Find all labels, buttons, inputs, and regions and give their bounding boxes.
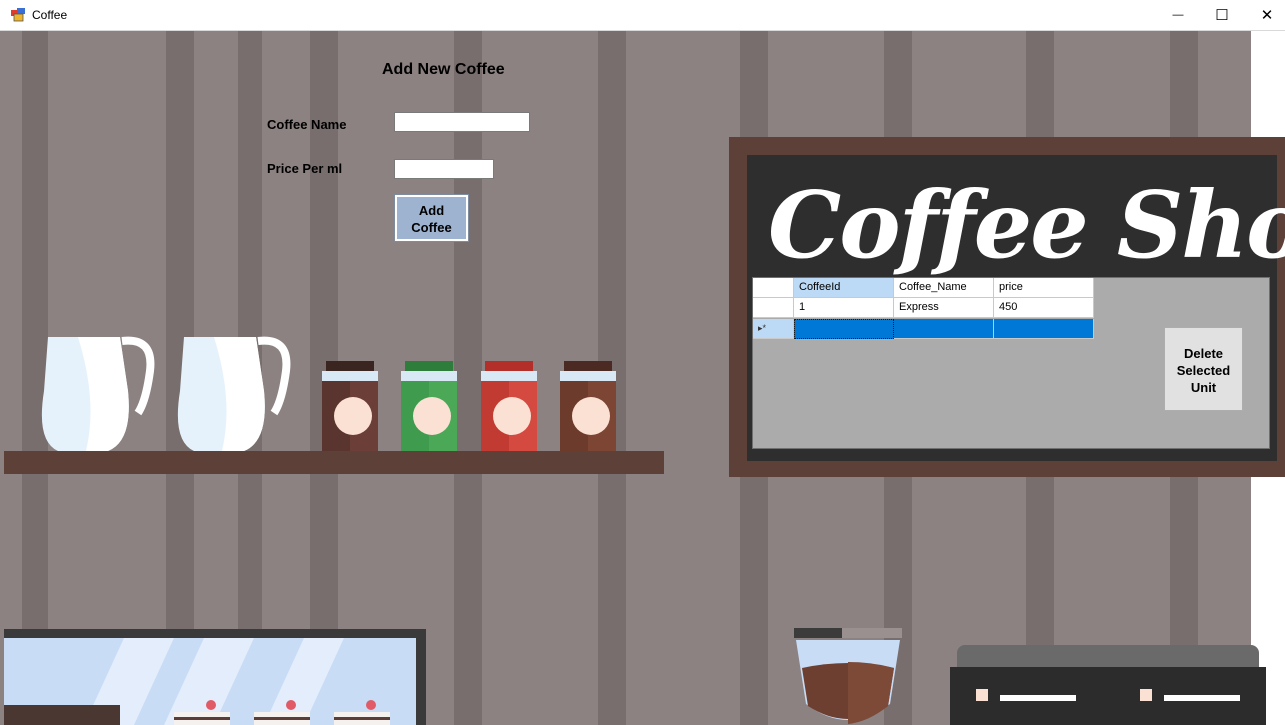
- cake-showcase: [4, 638, 416, 725]
- add-coffee-button[interactable]: Add Coffee: [394, 194, 469, 242]
- coffee-jar-illustration: [560, 361, 616, 453]
- grid-cell-coffee-id[interactable]: 1: [794, 298, 894, 318]
- minimize-icon: —: [1172, 9, 1184, 21]
- grid-row-header[interactable]: [753, 298, 794, 318]
- coffee-grinder-illustration: [794, 628, 902, 724]
- grid-column-header[interactable]: CoffeeId: [794, 278, 894, 298]
- espresso-machine-panel: [950, 667, 1266, 725]
- wooden-shelf: [4, 451, 664, 474]
- form-heading: Add New Coffee: [382, 61, 505, 78]
- close-icon: ✕: [1260, 7, 1274, 24]
- grid-new-row-header[interactable]: ▸*: [753, 319, 794, 339]
- grid-new-row-cell[interactable]: [794, 319, 894, 339]
- price-per-ml-label: Price Per ml: [267, 161, 343, 176]
- maximize-button[interactable]: ☐: [1199, 0, 1245, 30]
- delete-button-line1: Delete: [1183, 346, 1224, 361]
- maximize-icon: ☐: [1215, 7, 1229, 24]
- coffee-jar-illustration: [322, 361, 378, 453]
- app-icon: [11, 8, 25, 22]
- grid-column-header[interactable]: price: [994, 278, 1094, 298]
- grid-cell-price[interactable]: 450: [994, 298, 1094, 318]
- coffee-name-input[interactable]: [394, 112, 530, 132]
- delete-button-line3: Unit: [1190, 380, 1217, 395]
- delete-button-line2: Selected: [1176, 363, 1231, 378]
- grid-corner-header[interactable]: [753, 278, 794, 298]
- milk-pitcher-illustration: [41, 336, 155, 451]
- close-button[interactable]: ✕: [1244, 0, 1285, 30]
- coffee-jar-illustration: [401, 361, 457, 453]
- form-client-area: Add New Coffee Coffee Name Price Per ml …: [0, 31, 1285, 725]
- delete-selected-unit-button[interactable]: Delete Selected Unit: [1164, 327, 1243, 411]
- milk-pitcher-illustration: [177, 336, 291, 451]
- cake-showcase-illustration: [4, 638, 390, 725]
- add-coffee-button-line1: Add: [418, 203, 445, 218]
- grid-column-header[interactable]: Coffee_Name: [894, 278, 994, 298]
- grid-new-row-cell[interactable]: [994, 319, 1094, 339]
- price-per-ml-input[interactable]: [394, 159, 494, 179]
- add-coffee-button-line2: Coffee: [411, 220, 452, 235]
- coffee-shop-sign-title: Coffee Shop: [768, 171, 1285, 279]
- coffee-name-label: Coffee Name: [267, 117, 347, 132]
- window-title: Coffee: [32, 8, 68, 22]
- title-bar: Coffee — ☐ ✕: [0, 0, 1285, 31]
- grid-cell-coffee-name[interactable]: Express: [894, 298, 994, 318]
- grid-new-row-cell[interactable]: [894, 319, 994, 339]
- espresso-machine-controls: [976, 689, 1240, 701]
- coffee-jar-illustration: [481, 361, 537, 453]
- minimize-button[interactable]: —: [1155, 0, 1201, 30]
